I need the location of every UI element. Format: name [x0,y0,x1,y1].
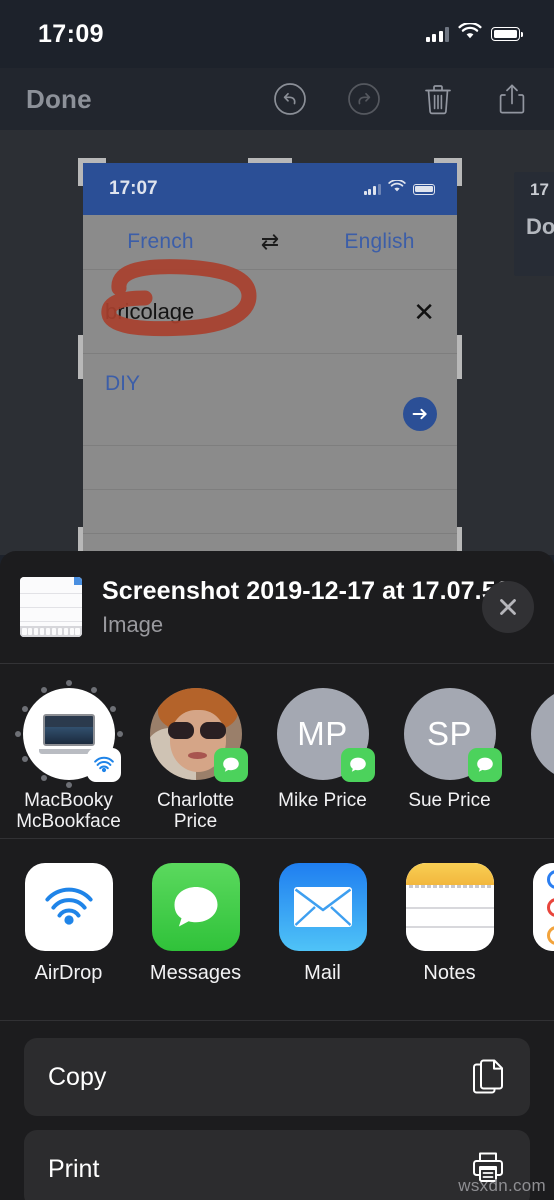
preview-battery-icon [413,183,435,195]
redo-icon[interactable] [346,81,382,117]
battery-icon [491,27,524,41]
target-language-button[interactable]: English [302,230,457,254]
mail-icon [278,863,367,951]
apps-row[interactable]: AirDrop Messages Mail Notes [0,839,554,1021]
contact-partial[interactable]: P Wo [513,688,554,811]
app-mail[interactable]: Mail [259,863,386,985]
actions-list: Copy Print [0,1021,554,1200]
copy-icon [470,1056,506,1099]
action-print[interactable]: Print [24,1130,530,1200]
clear-x-icon[interactable]: ✕ [413,299,435,325]
document-thumbnail-icon [20,577,82,637]
share-sheet-header: Screenshot 2019-12-17 at 17.07.56 Image [0,551,554,664]
macbook-icon [38,714,99,754]
app-airdrop[interactable]: AirDrop [5,863,132,985]
file-title: Screenshot 2019-12-17 at 17.07.56 [102,576,510,605]
undo-icon[interactable] [272,81,308,117]
swap-arrows-icon[interactable]: ⇄ [238,229,302,255]
share-icon[interactable] [494,81,530,117]
contact-name: Wo [515,790,554,811]
translation-input-text: bricolage [105,298,195,324]
translation-result-row: DIY [83,354,457,446]
avatar-initials: MP [297,715,348,752]
app-name: Notes [423,962,476,984]
language-selector-row: French ⇄ English [83,215,457,270]
airdrop-badge-icon [86,748,121,782]
arrow-right-icon[interactable] [403,397,437,431]
action-label: Copy [48,1062,107,1091]
contact-name: Mike Price [278,790,367,811]
preview-status-bar: 17:07 [83,163,457,215]
status-bar-indicators [425,22,524,45]
notes-icon [405,863,494,951]
preview-status-indicators [363,179,435,198]
app-notes[interactable]: Notes [386,863,513,985]
messages-badge-icon [340,748,375,782]
screenshot-preview[interactable]: 17:07 French ⇄ English bricolage ✕ DIY [83,163,457,555]
contact-name: Charlotte Price [156,790,235,833]
contact-macbooky-mcbookface[interactable]: MacBooky McBookface [5,680,132,833]
close-icon[interactable] [482,581,534,633]
toolbar-icons [272,81,554,117]
file-info: Screenshot 2019-12-17 at 17.07.56 Image [102,576,510,638]
contact-name: MacBooky McBookface [16,790,121,833]
secondary-screenshot-preview[interactable]: 17 Don [514,172,554,276]
reminders-icon [532,863,554,951]
contact-name: Sue Price [408,790,491,811]
preview-cellular-signal-icon [363,183,381,195]
done-button[interactable]: Done [26,84,92,115]
status-bar-time: 17:09 [38,19,104,48]
contact-mike-price[interactable]: MP Mike Price [259,688,386,811]
app-messages[interactable]: Messages [132,863,259,985]
crop-frame[interactable]: 17:07 French ⇄ English bricolage ✕ DIY [78,158,462,555]
app-name: AirDrop [34,962,103,984]
wifi-icon [458,22,482,45]
messages-badge-icon [467,748,502,782]
source-language-button[interactable]: French [83,230,238,254]
share-sheet: Screenshot 2019-12-17 at 17.07.56 Image [0,551,554,1200]
avatar: P [530,688,554,780]
contact-charlotte-price[interactable]: Charlotte Price [132,688,259,833]
cellular-signal-icon [425,26,449,42]
phone-screen: 17:09 Done 17 Do 17:07 French ⇄ English … [0,0,554,1200]
messages-badge-icon [213,748,248,782]
secondary-screenshot-time: 17 [530,180,549,199]
translation-result-text: DIY [105,372,141,395]
preview-status-time: 17:07 [109,178,158,199]
translation-input-row[interactable]: bricolage ✕ [83,259,457,354]
action-copy[interactable]: Copy [24,1038,530,1116]
app-name: Mail [304,962,341,984]
markup-toolbar: Done [0,68,554,130]
preview-empty-row-2 [83,490,457,534]
avatar-initials: SP [426,715,473,752]
preview-wifi-icon [388,179,406,198]
action-label: Print [48,1154,100,1183]
contacts-row[interactable]: MacBooky McBookface Charlotte Price MP M… [0,664,554,839]
app-reminders[interactable]: Re [513,863,554,985]
secondary-screenshot-done-label: Don [526,214,554,239]
markup-canvas: 17 Don 17:07 [0,130,554,555]
file-subtype: Image [102,611,164,637]
site-watermark: wsxdn.com [458,1176,546,1195]
trash-icon[interactable] [420,81,456,117]
preview-empty-row-1 [83,446,457,490]
contact-sue-price[interactable]: SP Sue Price [386,688,513,811]
app-name: Messages [149,962,242,984]
airdrop-icon [24,863,113,951]
status-bar: 17:09 [0,0,554,68]
messages-icon [151,863,240,951]
